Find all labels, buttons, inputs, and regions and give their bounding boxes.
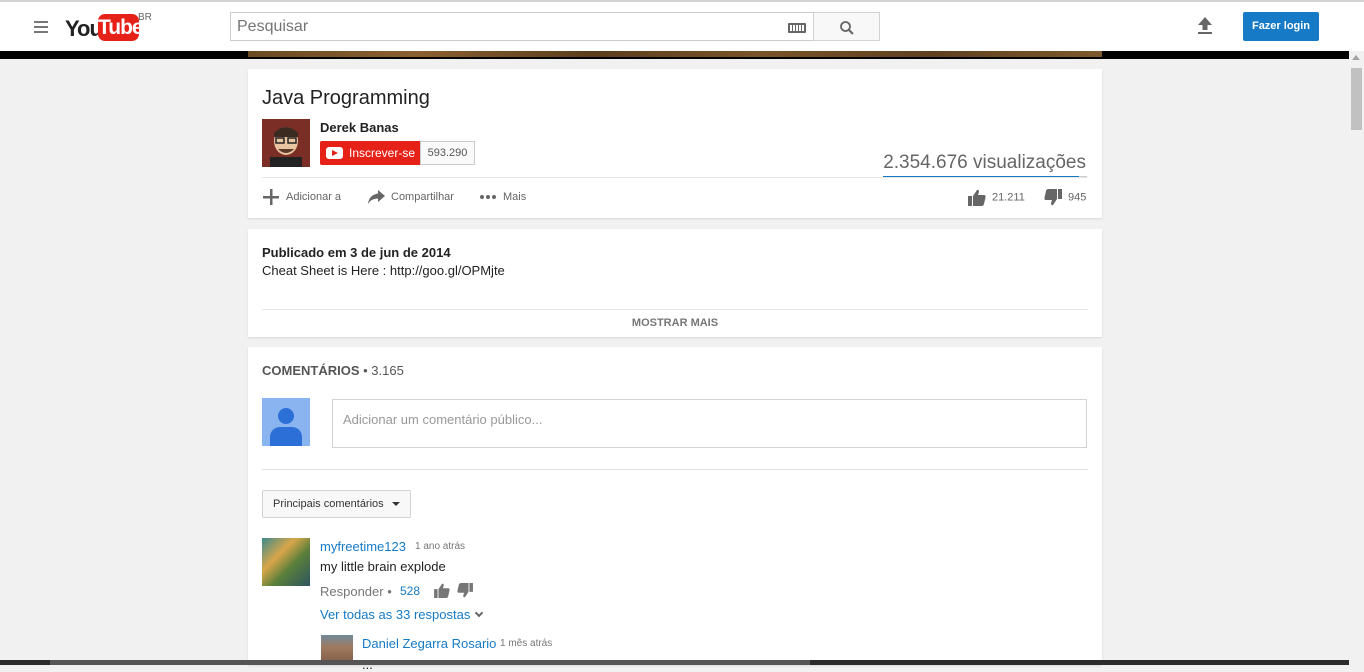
thumbs-up-icon[interactable]	[434, 583, 450, 598]
reply-separator: •	[383, 584, 392, 599]
reply-time[interactable]: 1 mês atrás	[500, 638, 552, 649]
menu-icon[interactable]	[34, 21, 48, 33]
divider	[262, 177, 1088, 178]
description-text: Cheat Sheet is Here : http://goo.gl/OPMj…	[262, 263, 505, 278]
youtube-play-icon	[326, 147, 343, 159]
divider	[262, 469, 1088, 470]
comment-time[interactable]: 1 ano atrás	[415, 541, 465, 552]
horizontal-scrollbar[interactable]	[0, 660, 1349, 665]
logo-tube-text: Tube	[98, 14, 144, 41]
country-code: BR	[138, 12, 152, 23]
reply-author[interactable]: Daniel Zegarra Rosario	[362, 636, 496, 651]
share-button[interactable]: Compartilhar	[367, 187, 454, 207]
divider	[262, 309, 1088, 310]
comments-card: COMENTÁRIOS • 3.165 Adicionar um comentá…	[248, 347, 1102, 672]
chevron-down-icon	[475, 608, 484, 618]
view-count: 2.354.676 visualizações	[883, 152, 1086, 173]
more-button[interactable]: Mais	[479, 187, 526, 207]
comments-title: COMENTÁRIOS	[262, 363, 360, 378]
login-button[interactable]: Fazer login	[1243, 12, 1319, 41]
horizontal-scrollbar-thumb[interactable]	[50, 660, 810, 665]
search-input[interactable]	[237, 18, 777, 36]
view-replies-label: Ver todas as 33 respostas	[320, 607, 471, 622]
comment-like-count: 528	[400, 584, 421, 598]
dislike-count: 945	[1068, 191, 1087, 204]
search-button[interactable]	[813, 12, 880, 41]
logo-you-text: You	[65, 16, 103, 41]
more-label: Mais	[503, 191, 527, 203]
keyboard-icon[interactable]	[788, 23, 806, 33]
subscribe-button[interactable]: Inscrever-se	[320, 141, 420, 165]
masthead: You Tube BR Fazer login	[0, 2, 1364, 51]
video-frame-edge	[248, 51, 1102, 57]
channel-avatar-image	[262, 119, 310, 167]
comment-text: my little brain explode	[320, 559, 446, 574]
thumbs-down-icon	[1044, 189, 1062, 206]
publish-date: Publicado em 3 de jun de 2014	[262, 245, 451, 260]
reply-button[interactable]: Responder •	[320, 584, 392, 599]
user-avatar	[262, 398, 310, 446]
scroll-up-arrow-icon[interactable]	[1352, 55, 1360, 60]
more-dots-icon	[480, 195, 496, 200]
add-to-button[interactable]: Adicionar a	[262, 187, 341, 207]
comment-input[interactable]: Adicionar um comentário público...	[332, 399, 1087, 448]
thumbs-up-icon	[968, 189, 986, 206]
sort-comments-dropdown[interactable]: Principais comentários	[262, 490, 411, 518]
video-info-card: Java Programming Derek Banas Inscrever-s…	[248, 69, 1102, 218]
channel-name[interactable]: Derek Banas	[320, 120, 399, 135]
thumbs-down-icon[interactable]	[457, 583, 473, 598]
comment-author[interactable]: myfreetime123	[320, 539, 406, 554]
subscribe-label: Inscrever-se	[349, 146, 416, 160]
show-more-button[interactable]: MOSTRAR MAIS	[248, 317, 1102, 329]
comment-avatar[interactable]	[262, 538, 310, 586]
share-icon	[368, 190, 385, 205]
page-scrollbar[interactable]	[1349, 51, 1364, 665]
search-box[interactable]	[230, 12, 814, 41]
subscriber-count: 593.290	[420, 141, 475, 165]
channel-avatar[interactable]	[262, 119, 310, 167]
like-button[interactable]: 21.211	[968, 189, 1025, 206]
reply-label: Responder	[320, 584, 384, 599]
search-icon	[840, 21, 854, 35]
comments-header: COMENTÁRIOS • 3.165	[262, 363, 404, 378]
description-card: Publicado em 3 de jun de 2014 Cheat Shee…	[248, 229, 1102, 337]
plus-icon	[263, 189, 279, 206]
upload-icon[interactable]	[1197, 17, 1213, 35]
share-label: Compartilhar	[391, 191, 454, 203]
caret-down-icon	[392, 502, 400, 506]
sort-label: Principais comentários	[273, 498, 384, 510]
video-title: Java Programming	[262, 87, 430, 109]
scrollbar-thumb[interactable]	[1351, 68, 1362, 130]
like-count: 21.211	[992, 191, 1025, 204]
dislike-button[interactable]: 945	[1044, 189, 1086, 206]
comments-count: • 3.165	[359, 363, 404, 378]
add-to-label: Adicionar a	[286, 191, 342, 203]
view-replies-link[interactable]: Ver todas as 33 respostas	[320, 607, 484, 622]
